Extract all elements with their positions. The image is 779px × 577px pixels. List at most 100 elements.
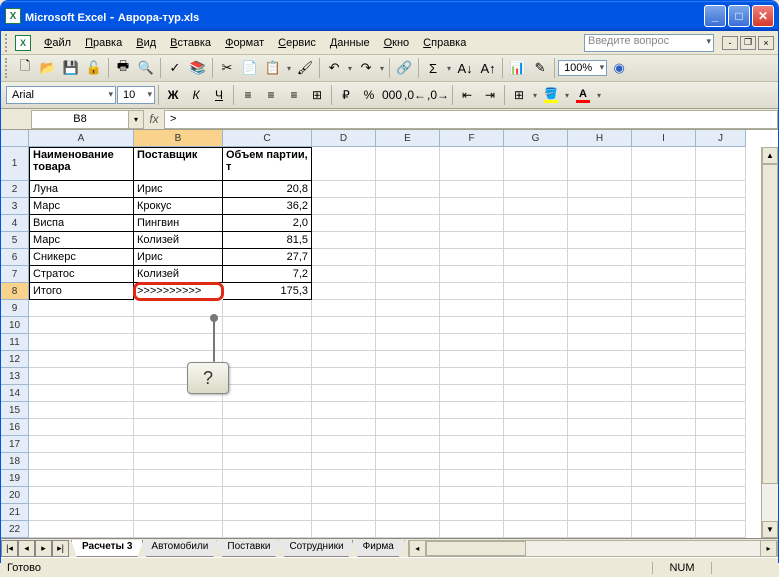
cell-E13[interactable]	[376, 368, 440, 385]
research-button[interactable]: 📚	[187, 57, 209, 79]
zoom-combo[interactable]: 100%	[558, 60, 607, 76]
cell-G17[interactable]	[504, 436, 568, 453]
copy-button[interactable]: 📄	[239, 57, 261, 79]
cell-F22[interactable]	[440, 521, 504, 538]
cell-G22[interactable]	[504, 521, 568, 538]
cell-A2[interactable]: Луна	[29, 181, 134, 198]
cell-F7[interactable]	[440, 266, 504, 283]
cell-D21[interactable]	[312, 504, 376, 521]
cell-J18[interactable]	[696, 453, 746, 470]
cell-J2[interactable]	[696, 181, 746, 198]
cell-E12[interactable]	[376, 351, 440, 368]
underline-button[interactable]: Ч	[208, 84, 230, 106]
cell-I4[interactable]	[632, 215, 696, 232]
cell-F1[interactable]	[440, 147, 504, 181]
tab-nav-last[interactable]: ▸|	[52, 540, 69, 557]
cell-A4[interactable]: Виспа	[29, 215, 134, 232]
cell-E22[interactable]	[376, 521, 440, 538]
cell-C7[interactable]: 7,2	[223, 266, 312, 283]
bold-button[interactable]: Ж	[162, 84, 184, 106]
cell-G8[interactable]	[504, 283, 568, 300]
column-header-F[interactable]: F	[440, 130, 504, 147]
cell-F16[interactable]	[440, 419, 504, 436]
cell-A22[interactable]	[29, 521, 134, 538]
name-box-dropdown[interactable]: ▾	[129, 110, 144, 129]
cell-C17[interactable]	[223, 436, 312, 453]
cell-D4[interactable]	[312, 215, 376, 232]
row-header-14[interactable]: 14	[1, 385, 29, 402]
cell-E3[interactable]	[376, 198, 440, 215]
sheet-tab-0[interactable]: Расчеты 3	[71, 540, 143, 557]
new-button[interactable]: 🗋	[14, 57, 36, 79]
cell-D2[interactable]	[312, 181, 376, 198]
chart-button[interactable]: 📊	[506, 57, 528, 79]
cell-H8[interactable]	[568, 283, 632, 300]
cell-H7[interactable]	[568, 266, 632, 283]
cell-J20[interactable]	[696, 487, 746, 504]
cell-D18[interactable]	[312, 453, 376, 470]
align-right-button[interactable]: ≡	[283, 84, 305, 106]
cell-F2[interactable]	[440, 181, 504, 198]
cell-I3[interactable]	[632, 198, 696, 215]
scroll-left-button[interactable]: ◂	[409, 541, 426, 556]
cell-E8[interactable]	[376, 283, 440, 300]
cell-B19[interactable]	[134, 470, 223, 487]
cell-F8[interactable]	[440, 283, 504, 300]
drawing-button[interactable]: ✎	[529, 57, 551, 79]
cell-F14[interactable]	[440, 385, 504, 402]
permission-button[interactable]: 🔓	[83, 57, 105, 79]
cell-B17[interactable]	[134, 436, 223, 453]
cell-E17[interactable]	[376, 436, 440, 453]
help-search-input[interactable]: Введите вопрос	[584, 34, 714, 52]
column-header-A[interactable]: A	[29, 130, 134, 147]
row-header-22[interactable]: 22	[1, 521, 29, 538]
cell-H4[interactable]	[568, 215, 632, 232]
row-header-8[interactable]: 8	[1, 283, 29, 300]
cell-H15[interactable]	[568, 402, 632, 419]
cell-C3[interactable]: 36,2	[223, 198, 312, 215]
sort-desc-button[interactable]: A↑	[477, 57, 499, 79]
row-header-21[interactable]: 21	[1, 504, 29, 521]
row-header-5[interactable]: 5	[1, 232, 29, 249]
cell-J14[interactable]	[696, 385, 746, 402]
cell-D17[interactable]	[312, 436, 376, 453]
row-header-4[interactable]: 4	[1, 215, 29, 232]
cell-F17[interactable]	[440, 436, 504, 453]
italic-button[interactable]: К	[185, 84, 207, 106]
cell-B4[interactable]: Пингвин	[134, 215, 223, 232]
cell-G16[interactable]	[504, 419, 568, 436]
cell-A18[interactable]	[29, 453, 134, 470]
menu-окно[interactable]: Окно	[377, 35, 417, 51]
cell-A13[interactable]	[29, 368, 134, 385]
open-button[interactable]: 📂	[37, 57, 59, 79]
row-header-12[interactable]: 12	[1, 351, 29, 368]
mdi-restore-button[interactable]: ❐	[740, 36, 756, 50]
cell-B20[interactable]	[134, 487, 223, 504]
cell-C16[interactable]	[223, 419, 312, 436]
cell-B8[interactable]: >>>>>>>>>>	[134, 283, 223, 300]
column-header-J[interactable]: J	[696, 130, 746, 147]
cell-G18[interactable]	[504, 453, 568, 470]
cell-J10[interactable]	[696, 317, 746, 334]
undo-button[interactable]: ↶	[323, 57, 345, 79]
cell-A16[interactable]	[29, 419, 134, 436]
paste-button[interactable]: 📋	[262, 57, 284, 79]
select-all-corner[interactable]	[1, 130, 29, 147]
cell-C20[interactable]	[223, 487, 312, 504]
cell-G12[interactable]	[504, 351, 568, 368]
column-header-B[interactable]: B	[134, 130, 223, 147]
cell-H2[interactable]	[568, 181, 632, 198]
formula-input[interactable]: >	[164, 110, 778, 129]
cell-J4[interactable]	[696, 215, 746, 232]
cell-D7[interactable]	[312, 266, 376, 283]
sheet-tab-4[interactable]: Фирма	[352, 540, 405, 557]
cell-F13[interactable]	[440, 368, 504, 385]
cell-C13[interactable]	[223, 368, 312, 385]
cell-H18[interactable]	[568, 453, 632, 470]
cell-D14[interactable]	[312, 385, 376, 402]
horizontal-scrollbar[interactable]: ◂ ▸	[408, 540, 778, 557]
cell-J21[interactable]	[696, 504, 746, 521]
cell-H22[interactable]	[568, 521, 632, 538]
row-header-20[interactable]: 20	[1, 487, 29, 504]
cell-A20[interactable]	[29, 487, 134, 504]
